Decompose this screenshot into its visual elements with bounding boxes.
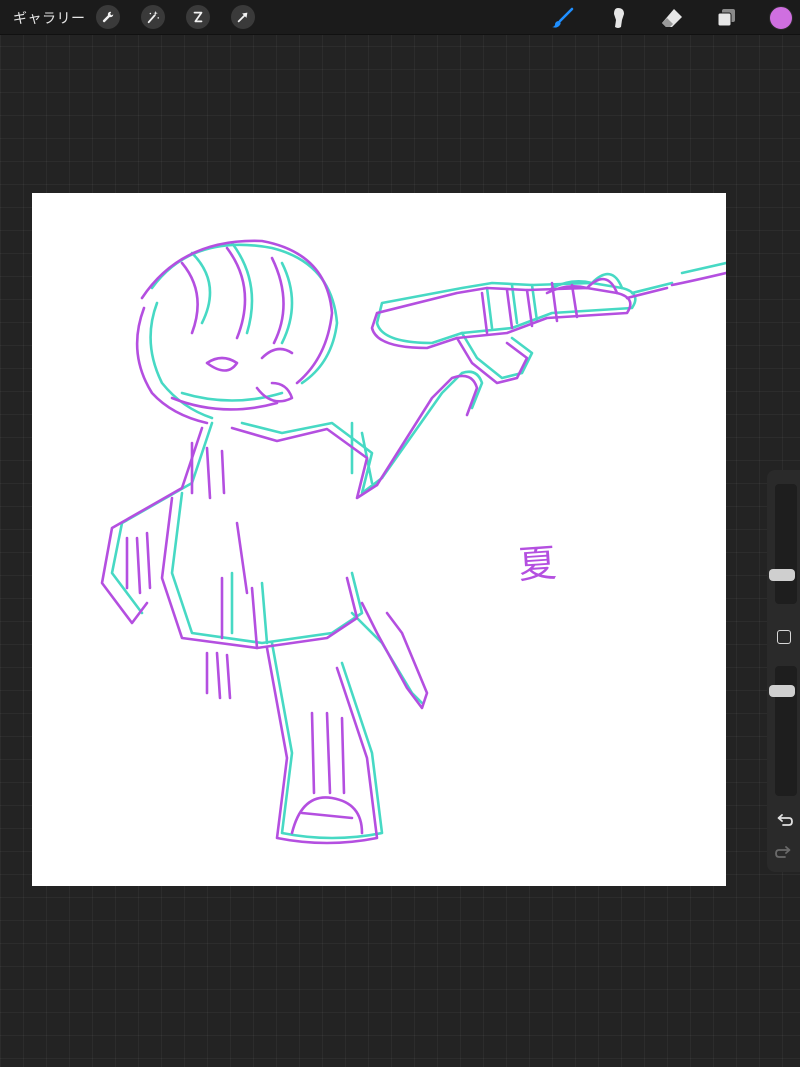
opacity-thumb[interactable] xyxy=(769,684,795,697)
gallery-button[interactable]: ギャラリー xyxy=(13,8,86,28)
layers-icon xyxy=(717,9,735,27)
brush-icon xyxy=(552,7,574,28)
transform-arrow-icon xyxy=(237,12,248,23)
layers-button[interactable] xyxy=(713,5,739,31)
brush-size-thumb[interactable] xyxy=(769,569,795,582)
purple-sketch-layer xyxy=(100,239,726,845)
undo-arrow-icon xyxy=(777,814,793,826)
redo-arrow-icon xyxy=(775,846,791,858)
eraser-tool-button[interactable] xyxy=(659,5,685,31)
transform-button[interactable] xyxy=(231,5,255,29)
wrench-icon xyxy=(102,11,114,23)
adjustments-button[interactable] xyxy=(141,5,165,29)
brush-size-slider[interactable] xyxy=(769,484,797,604)
actions-button[interactable] xyxy=(96,5,120,29)
redo-button[interactable] xyxy=(775,844,793,860)
drawing-canvas[interactable]: 夏 xyxy=(32,193,726,886)
selection-button[interactable] xyxy=(186,5,210,29)
smudge-icon xyxy=(614,8,624,28)
eraser-icon xyxy=(662,9,682,27)
opacity-slider[interactable] xyxy=(769,666,797,796)
teal-sketch-layer xyxy=(110,241,726,840)
handwritten-summer-label: 夏 xyxy=(516,540,558,588)
brush-sidebar xyxy=(767,470,800,872)
modifier-button[interactable] xyxy=(777,630,791,644)
brush-tool-button[interactable] xyxy=(550,5,576,31)
magic-wand-icon xyxy=(147,10,160,24)
selection-icon xyxy=(193,11,203,23)
undo-button[interactable] xyxy=(775,812,793,828)
smudge-tool-button[interactable] xyxy=(605,5,631,31)
color-picker-button[interactable] xyxy=(769,6,793,30)
sketch-artwork xyxy=(100,239,726,845)
top-toolbar: ギャラリー xyxy=(0,0,800,35)
